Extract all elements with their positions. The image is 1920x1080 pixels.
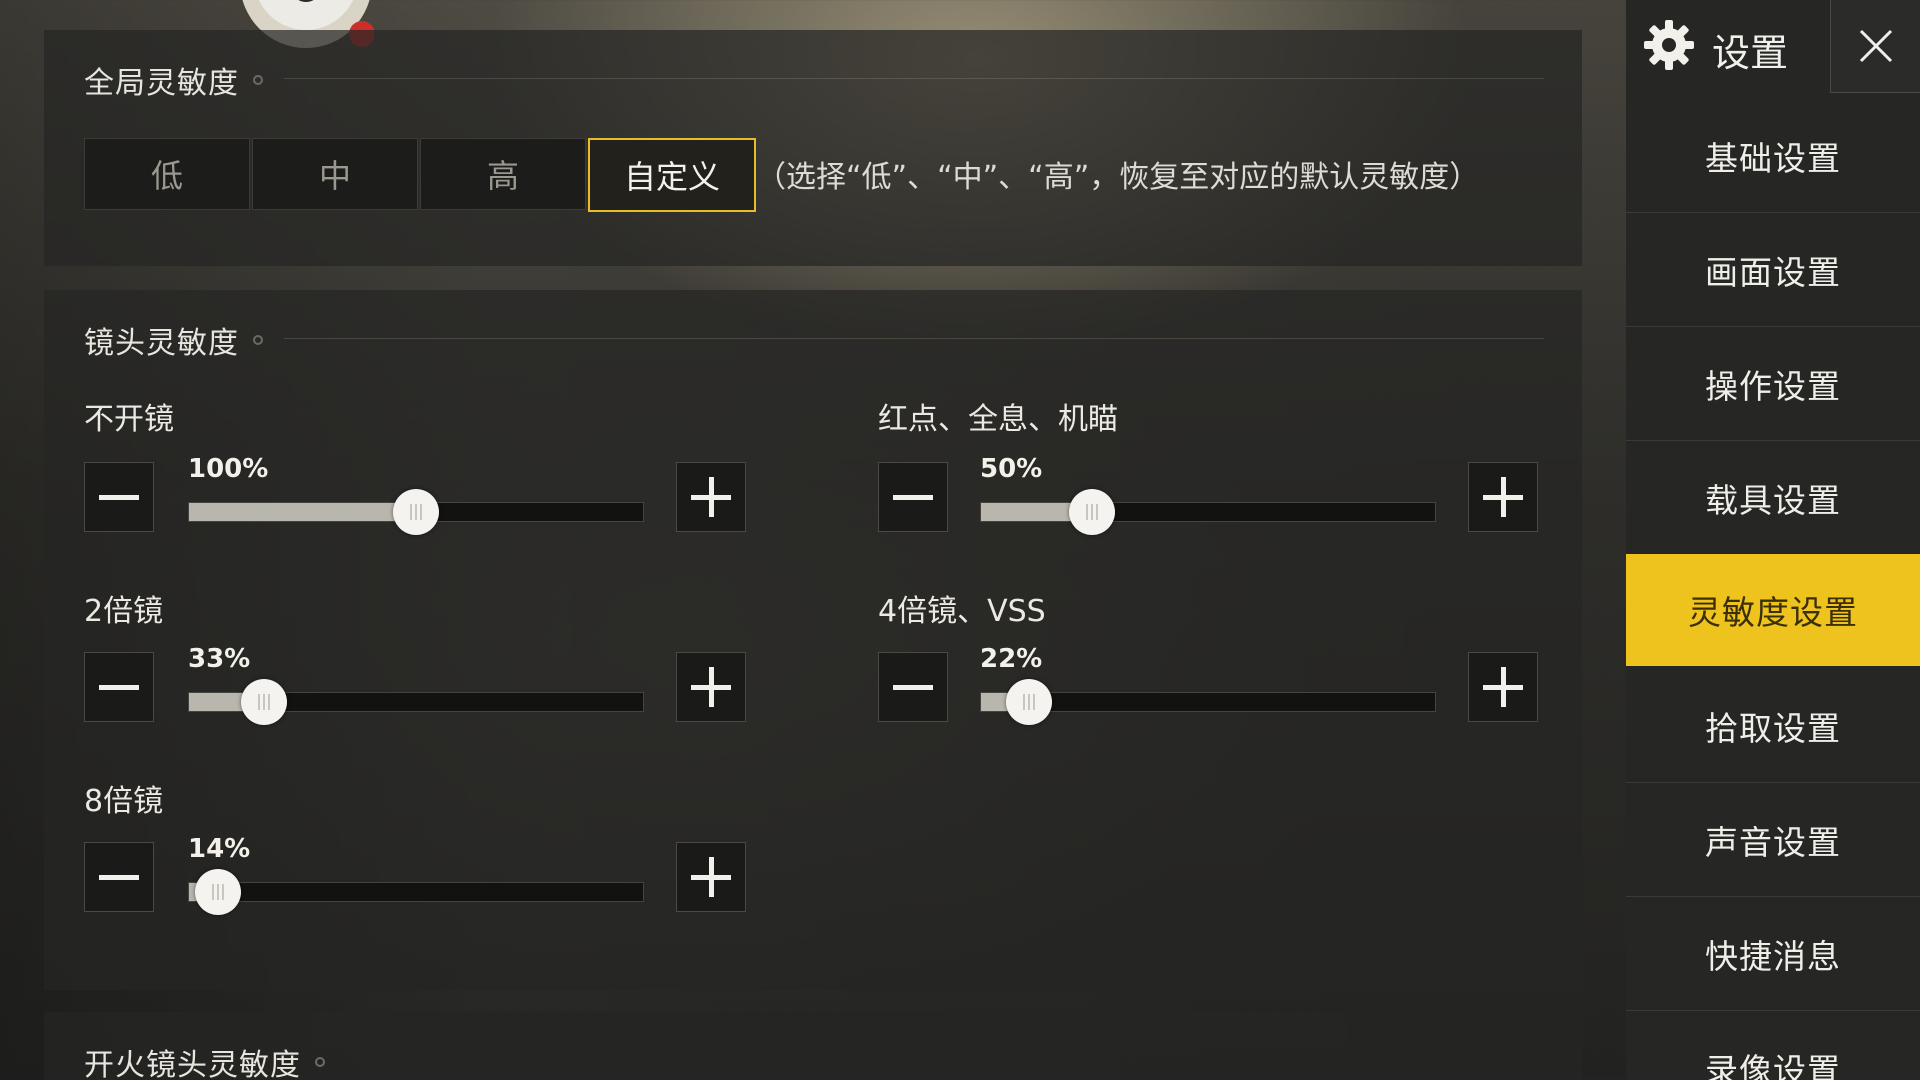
slider-handle[interactable] — [1005, 679, 1052, 725]
decrease-red-dot-button[interactable] — [878, 462, 948, 532]
sidebar-item-vehicle[interactable]: 载具设置 — [1626, 442, 1920, 555]
minus-icon — [893, 684, 933, 690]
slider-handle[interactable] — [240, 679, 287, 725]
sidebar-item-pickup[interactable]: 拾取设置 — [1626, 670, 1920, 783]
preset-custom-button[interactable]: 自定义 — [588, 138, 756, 212]
section-dot-icon — [253, 75, 263, 85]
preset-note: （选择“低”、“中”、“高”，恢复至对应的默认灵敏度） — [756, 160, 1480, 195]
section-dot-icon — [315, 1057, 325, 1067]
camera-sensitivity-panel: 镜头灵敏度 不开镜 100% 红点、全息、机瞄 50% 2倍镜 33% 4倍镜、… — [44, 290, 1582, 990]
section-dot-icon — [253, 335, 263, 345]
slider-fill — [189, 503, 416, 521]
increase-red-dot-button[interactable] — [1468, 462, 1538, 532]
sidebar-item-controls[interactable]: 操作设置 — [1626, 328, 1920, 441]
minus-icon — [893, 494, 933, 500]
slider-label-8x: 8倍镜 — [84, 784, 164, 819]
decrease-2x-button[interactable] — [84, 652, 154, 722]
slider-handle[interactable] — [393, 489, 439, 535]
8x-slider[interactable] — [188, 869, 644, 915]
decrease-8x-button[interactable] — [84, 842, 154, 912]
decrease-4x-button[interactable] — [878, 652, 948, 722]
sidebar-item-replay[interactable]: 录像设置 — [1626, 1012, 1920, 1080]
increase-2x-button[interactable] — [676, 652, 746, 722]
global-sensitivity-panel: 全局灵敏度 低 中 高 自定义 （选择“低”、“中”、“高”，恢复至对应的默认灵… — [44, 30, 1582, 266]
increase-no-scope-button[interactable] — [676, 462, 746, 532]
slider-handle[interactable] — [194, 869, 241, 915]
decrease-no-scope-button[interactable] — [84, 462, 154, 532]
preset-low-button[interactable]: 低 — [84, 138, 250, 210]
4x-value: 22% — [980, 644, 1043, 674]
divider — [284, 78, 1544, 79]
no-scope-value: 100% — [188, 454, 269, 484]
minus-icon — [99, 494, 139, 500]
sidebar-item-quick-message[interactable]: 快捷消息 — [1626, 898, 1920, 1011]
increase-8x-button[interactable] — [676, 842, 746, 912]
preset-group: 低 中 高 自定义 — [84, 138, 758, 212]
fire-sensitivity-title: 开火镜头灵敏度 — [84, 1040, 325, 1080]
slider-handle[interactable] — [1069, 489, 1116, 535]
4x-slider[interactable] — [980, 679, 1436, 725]
slider-label-red-dot: 红点、全息、机瞄 — [878, 402, 1118, 437]
minus-icon — [99, 874, 139, 880]
preset-medium-button[interactable]: 中 — [252, 138, 418, 210]
2x-value: 33% — [188, 644, 251, 674]
global-sensitivity-title: 全局灵敏度 — [84, 58, 263, 102]
2x-slider[interactable] — [188, 679, 644, 725]
close-icon — [1859, 29, 1893, 63]
no-scope-slider[interactable] — [188, 489, 644, 535]
sidebar-item-graphics[interactable]: 画面设置 — [1626, 214, 1920, 327]
8x-value: 14% — [188, 834, 251, 864]
fire-sensitivity-panel: 开火镜头灵敏度 — [44, 1012, 1582, 1080]
settings-title: 设置 — [1712, 31, 1789, 75]
sidebar-header: 设置 — [1626, 0, 1920, 93]
sidebar-item-sensitivity[interactable]: 灵敏度设置 — [1626, 554, 1920, 666]
slider-label-no-scope: 不开镜 — [84, 402, 174, 437]
red-dot-value: 50% — [980, 454, 1043, 484]
slider-label-4x: 4倍镜、VSS — [878, 594, 1046, 629]
slider-label-2x: 2倍镜 — [84, 594, 164, 629]
sidebar-item-audio[interactable]: 声音设置 — [1626, 784, 1920, 897]
close-button[interactable] — [1830, 0, 1920, 93]
increase-4x-button[interactable] — [1468, 652, 1538, 722]
sidebar-item-basic[interactable]: 基础设置 — [1626, 100, 1920, 213]
gear-icon — [1644, 20, 1694, 70]
preset-high-button[interactable]: 高 — [420, 138, 586, 210]
settings-sidebar: 设置 基础设置 画面设置 操作设置 载具设置 灵敏度设置 拾取设置 声音设置 快… — [1626, 0, 1920, 1080]
red-dot-slider[interactable] — [980, 489, 1436, 535]
camera-sensitivity-title: 镜头灵敏度 — [84, 318, 263, 362]
divider — [284, 338, 1544, 339]
minus-icon — [99, 684, 139, 690]
